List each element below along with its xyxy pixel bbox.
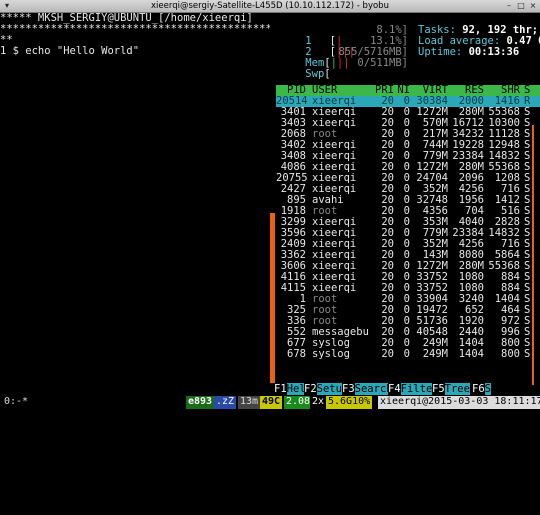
fkey-tree-button[interactable]: F5Tree <box>432 383 470 395</box>
minimize-icon[interactable]: – <box>504 1 514 10</box>
window-title: xieerqi@sergiy-Satellite-L455D (10.10.11… <box>151 1 389 11</box>
process-pri: 20 <box>381 348 394 360</box>
load-indicator: 2.08 <box>284 396 313 409</box>
process-shr: 800 <box>501 348 520 360</box>
window-menu-icon[interactable]: ▾ <box>2 1 12 10</box>
process-ni: 0 <box>403 348 410 360</box>
process-res: 1404 <box>458 348 484 360</box>
process-user: syslog <box>312 348 350 360</box>
fkey-number: F5 <box>432 383 445 395</box>
maximize-icon[interactable]: □ <box>516 1 526 10</box>
fkey-s-button[interactable]: F6S <box>472 383 491 395</box>
command-line: 1 $ echo "Hello World" <box>0 45 140 57</box>
fkey-number: F2 <box>304 383 317 395</box>
left-scroll-indicator <box>270 213 275 383</box>
htop-pane[interactable]: 1 [| 8.1%] 2 [||| 13.1%] Mem[||| 855/5716M… <box>276 13 540 385</box>
host-datetime: xieerqi@2015-03-03 18:11:17 <box>378 396 540 409</box>
fkey-number: F4 <box>388 383 401 395</box>
process-table[interactable]: 20514 xieerqi 20 0 30384 2000 1416 R 3401 xieerqi… <box>276 96 540 360</box>
htop-scrollbar[interactable] <box>531 125 537 385</box>
memory-indicator: 13m <box>238 396 261 409</box>
idle-indicator: .zZ <box>214 396 237 409</box>
cpu-frequency-indicator: 5.6G10% <box>326 396 373 409</box>
process-pid: 678 <box>287 348 306 360</box>
fkey-filter-button[interactable]: F4Filter <box>388 383 439 395</box>
process-row[interactable]: 678 syslog 20 0 249M 1404 800 S <box>276 349 540 360</box>
byobu-status-bar: 0:-* e893 .zZ 13m 49C 2.08 2x 5.6G10% xi… <box>0 395 540 411</box>
fkey-label: S <box>484 383 491 395</box>
updates-badge: e893 <box>186 396 215 409</box>
process-virt: 249M <box>422 348 448 360</box>
prompt-separator-line: ****************************************… <box>0 23 270 35</box>
fkey-number: F1 <box>274 383 287 395</box>
close-icon[interactable]: × <box>528 1 538 10</box>
function-key-bar: F1Help F2Setup F3Search F4Filter F5Tree F6S <box>274 383 540 395</box>
cpu-count-indicator: 2x <box>310 396 327 409</box>
swap-meter: Swp[ 0/511MB] <box>305 57 408 80</box>
fkey-search-button[interactable]: F3Search <box>342 383 393 395</box>
scrollbar-thumb <box>532 125 538 385</box>
temperature-indicator: 49C <box>260 396 283 409</box>
fkey-label: Search <box>354 383 393 395</box>
session-indicator[interactable]: 0:-* <box>2 396 30 409</box>
fkey-number: F6 <box>472 383 485 395</box>
uptime-summary: Uptime: 00:13:36 <box>418 46 520 58</box>
fkey-number: F3 <box>342 383 355 395</box>
fkey-label: Tree <box>444 383 470 395</box>
shell-pane[interactable]: ***** MKSH_SERGIY@UBUNTU_[/home/xieerqi]… <box>0 13 270 385</box>
window-titlebar: ▾ xieerqi@sergiy-Satellite-L455D (10.10.… <box>0 0 540 13</box>
